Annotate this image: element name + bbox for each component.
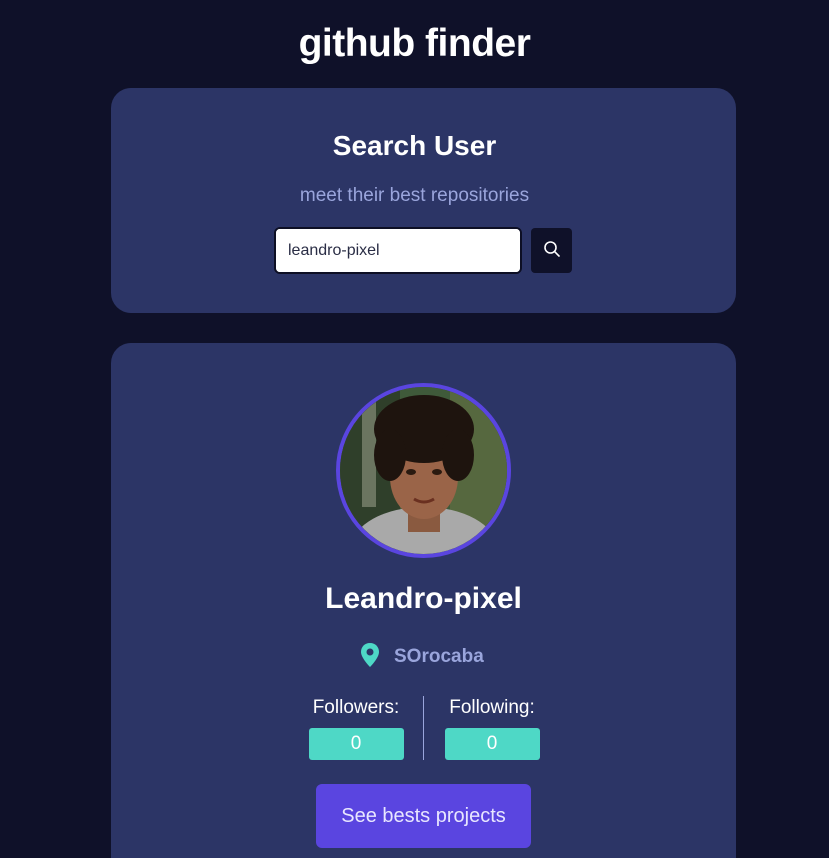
search-icon: [543, 240, 561, 261]
following-label: Following:: [449, 697, 535, 718]
following-count: 0: [444, 728, 540, 760]
search-input[interactable]: [274, 227, 522, 274]
see-projects-button[interactable]: See bests projects: [316, 784, 531, 848]
app-title: github finder: [298, 22, 531, 65]
map-pin-icon: [360, 642, 380, 673]
user-name: Leandro-pixel: [325, 582, 522, 615]
location-text: SOrocaba: [394, 646, 484, 667]
search-subtitle: meet their best repositories: [299, 185, 530, 206]
following-stat: Following: 0: [437, 697, 547, 760]
followers-stat: Followers: 0: [301, 697, 411, 760]
location: SOrocaba: [360, 642, 484, 673]
avatar: [336, 383, 511, 558]
search-button[interactable]: [531, 228, 572, 273]
followers-label: Followers:: [312, 697, 400, 718]
search-title: Search User: [332, 130, 497, 161]
followers-count: 0: [308, 728, 404, 760]
stat-divider: [423, 696, 424, 760]
